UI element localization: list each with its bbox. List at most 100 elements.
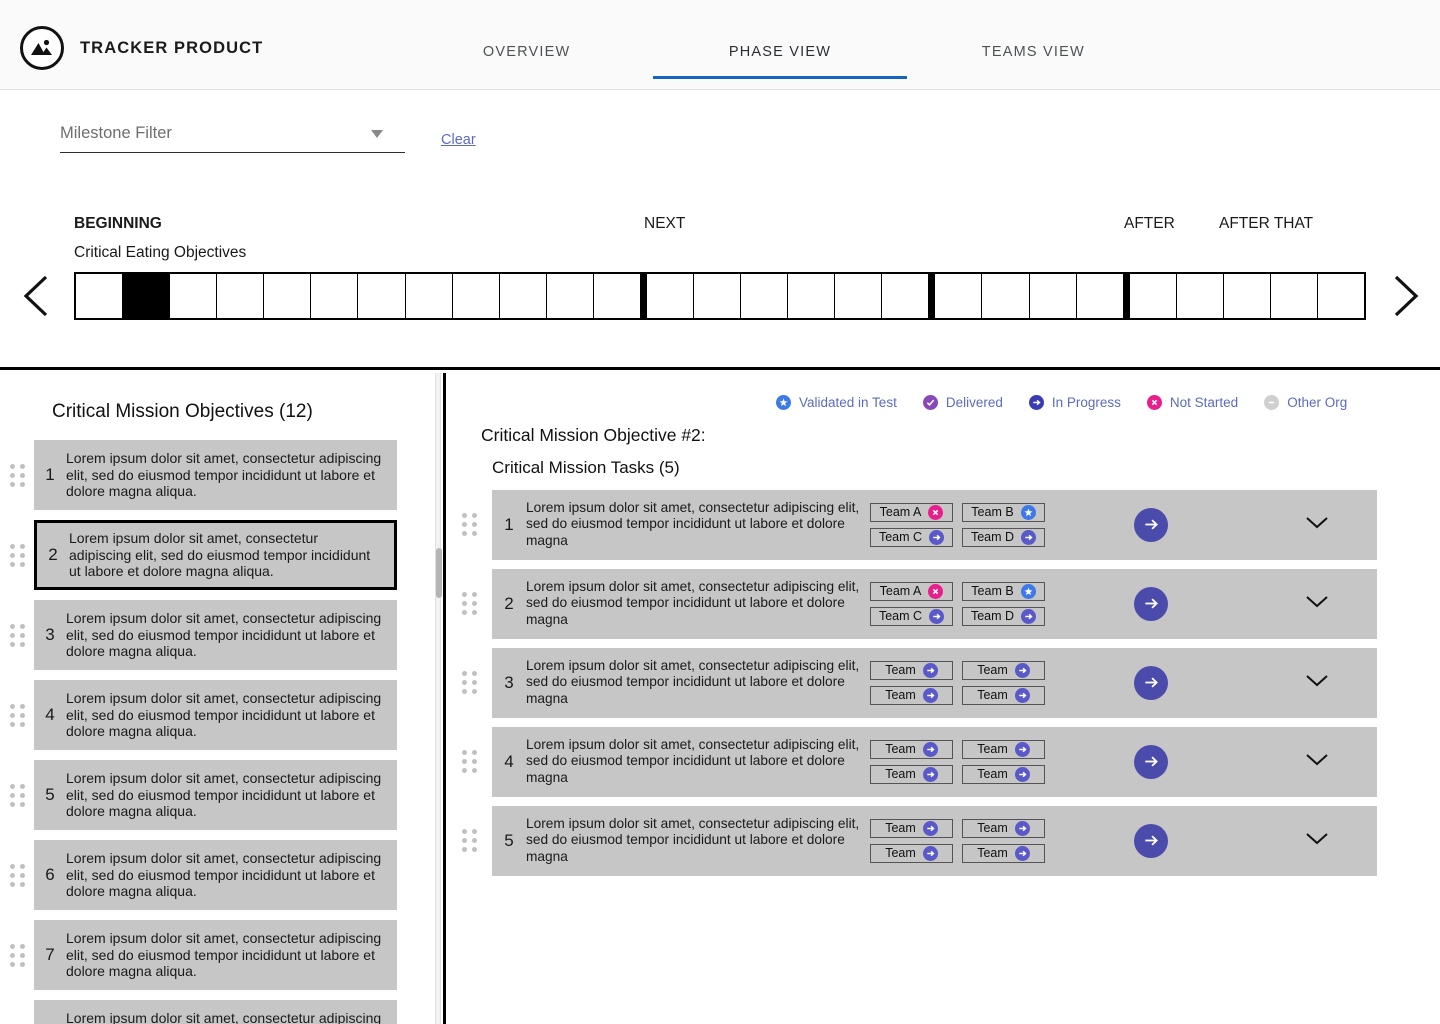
objective-card[interactable]: 3 Lorem ipsum dolor sit amet, consectetur… (34, 600, 397, 670)
team-chip[interactable]: Team (870, 764, 953, 784)
drag-handle-icon[interactable] (461, 750, 477, 773)
drag-handle-icon[interactable] (9, 623, 25, 647)
team-chip[interactable]: Team (870, 660, 953, 680)
drag-handle-wrap (0, 783, 34, 807)
team-chip[interactable]: Team B (962, 581, 1045, 601)
chevron-down-icon[interactable] (1305, 753, 1329, 771)
timeline-cell[interactable] (217, 274, 265, 318)
objectives-list: 1 Lorem ipsum dolor sit amet, consectetur… (0, 435, 436, 1024)
timeline-cell[interactable] (1076, 274, 1130, 318)
team-chip[interactable]: Team (962, 739, 1045, 759)
timeline-cell[interactable] (264, 274, 312, 318)
drag-handle-icon[interactable] (461, 513, 477, 536)
objective-card[interactable]: 1 Lorem ipsum dolor sit amet, consectetur… (34, 440, 397, 510)
drag-handle-icon[interactable] (461, 592, 477, 615)
milestone-filter-select[interactable]: Milestone Filter (60, 115, 405, 153)
timeline-cell[interactable] (1029, 274, 1077, 318)
objective-card[interactable]: 2 Lorem ipsum dolor sit amet, consectetur… (34, 520, 397, 590)
team-chip[interactable]: Team (870, 685, 953, 705)
timeline-cell[interactable] (499, 274, 547, 318)
drag-handle-icon[interactable] (461, 829, 477, 852)
team-chip[interactable]: Team (962, 764, 1045, 784)
team-chip[interactable]: Team (962, 685, 1045, 705)
task-card[interactable]: 3 Lorem ipsum dolor sit amet, consectetur… (492, 647, 1377, 718)
task-open-button[interactable] (1134, 586, 1168, 621)
legend-item[interactable]: Delivered (922, 395, 1003, 410)
timeline-cell[interactable] (593, 274, 647, 318)
timeline-cell[interactable] (1176, 274, 1224, 318)
team-chip[interactable]: Team C (870, 527, 953, 547)
team-chip-label: Team D (970, 530, 1015, 544)
legend-item[interactable]: Validated in Test (776, 395, 897, 410)
objective-card[interactable]: 4 Lorem ipsum dolor sit amet, consectetur… (34, 680, 397, 750)
tab-overview[interactable]: OVERVIEW (400, 44, 653, 79)
drag-handle-icon[interactable] (461, 671, 477, 694)
legend-item[interactable]: In Progress (1028, 395, 1121, 410)
objectives-scrollbar[interactable] (435, 373, 442, 1024)
objective-card[interactable]: 5 Lorem ipsum dolor sit amet, consectetur… (34, 760, 397, 830)
team-chip[interactable]: Team (962, 818, 1045, 838)
drag-handle-icon[interactable] (9, 463, 25, 487)
timeline-cell[interactable] (1223, 274, 1271, 318)
task-open-button[interactable] (1134, 744, 1168, 779)
objective-card[interactable]: 7 Lorem ipsum dolor sit amet, consectetur… (34, 920, 397, 990)
timeline-cell[interactable] (1270, 274, 1319, 318)
chevron-left-icon[interactable] (20, 273, 54, 319)
chevron-down-icon[interactable] (1305, 516, 1329, 534)
timeline-cell[interactable] (741, 274, 789, 318)
drag-handle-icon[interactable] (9, 543, 25, 567)
drag-handle-icon[interactable] (9, 703, 25, 727)
timeline-cell[interactable] (788, 274, 836, 318)
team-chip[interactable]: Team (870, 739, 953, 759)
team-chip[interactable]: Team C (870, 606, 953, 626)
timeline-track[interactable] (74, 272, 1366, 320)
objective-card[interactable]: 6 Lorem ipsum dolor sit amet, consectetur… (34, 840, 397, 910)
team-chip[interactable]: Team (870, 818, 953, 838)
timeline-cell[interactable] (405, 274, 453, 318)
team-chip[interactable]: Team (870, 843, 953, 863)
task-card[interactable]: 1 Lorem ipsum dolor sit amet, consectetur… (492, 489, 1377, 560)
legend-item[interactable]: Not Started (1146, 395, 1238, 410)
timeline-cell[interactable] (1129, 274, 1177, 318)
drag-handle-icon[interactable] (9, 863, 25, 887)
timeline-cell[interactable] (311, 274, 359, 318)
team-chip[interactable]: Team (962, 843, 1045, 863)
team-chip[interactable]: Team B (962, 502, 1045, 522)
team-chip[interactable]: Team A (870, 502, 953, 522)
objectives-scrollbar-thumb[interactable] (436, 548, 442, 598)
chevron-down-icon[interactable] (1305, 674, 1329, 692)
timeline-cell[interactable] (452, 274, 500, 318)
chevron-down-icon[interactable] (1305, 832, 1329, 850)
clear-filter-link[interactable]: Clear (441, 132, 476, 148)
task-open-button[interactable] (1134, 823, 1168, 858)
team-chip[interactable]: Team A (870, 581, 953, 601)
timeline-cell[interactable] (546, 274, 594, 318)
timeline-cell[interactable] (76, 274, 124, 318)
timeline-cell[interactable] (835, 274, 883, 318)
timeline-cell[interactable] (982, 274, 1030, 318)
task-card[interactable]: 4 Lorem ipsum dolor sit amet, consectetur… (492, 726, 1377, 797)
task-card[interactable]: 2 Lorem ipsum dolor sit amet, consectetur… (492, 568, 1377, 639)
drag-handle-icon[interactable] (9, 943, 25, 967)
task-open-button[interactable] (1134, 507, 1168, 542)
drag-handle-icon[interactable] (9, 783, 25, 807)
team-chip[interactable]: Team (962, 660, 1045, 680)
chevron-down-icon[interactable] (1305, 595, 1329, 613)
timeline-cell[interactable] (358, 274, 406, 318)
timeline-cell[interactable] (123, 274, 171, 318)
legend-item[interactable]: Other Org (1264, 395, 1347, 410)
timeline-cell[interactable] (694, 274, 742, 318)
team-chip[interactable]: Team D (962, 527, 1045, 547)
team-chip[interactable]: Team D (962, 606, 1045, 626)
timeline-cell[interactable] (646, 274, 695, 318)
tab-phase-view[interactable]: PHASE VIEW (653, 44, 907, 79)
task-card[interactable]: 5 Lorem ipsum dolor sit amet, consectetur… (492, 805, 1377, 876)
timeline-cell[interactable] (882, 274, 936, 318)
task-open-button[interactable] (1134, 665, 1168, 700)
timeline-cell[interactable] (935, 274, 983, 318)
tab-teams-view[interactable]: TEAMS VIEW (907, 44, 1160, 79)
timeline-cell[interactable] (1318, 274, 1365, 318)
objective-card[interactable]: 8Lorem ipsum dolor sit amet, consectetur… (34, 1000, 397, 1024)
timeline-cell[interactable] (170, 274, 218, 318)
chevron-right-icon[interactable] (1388, 273, 1422, 319)
